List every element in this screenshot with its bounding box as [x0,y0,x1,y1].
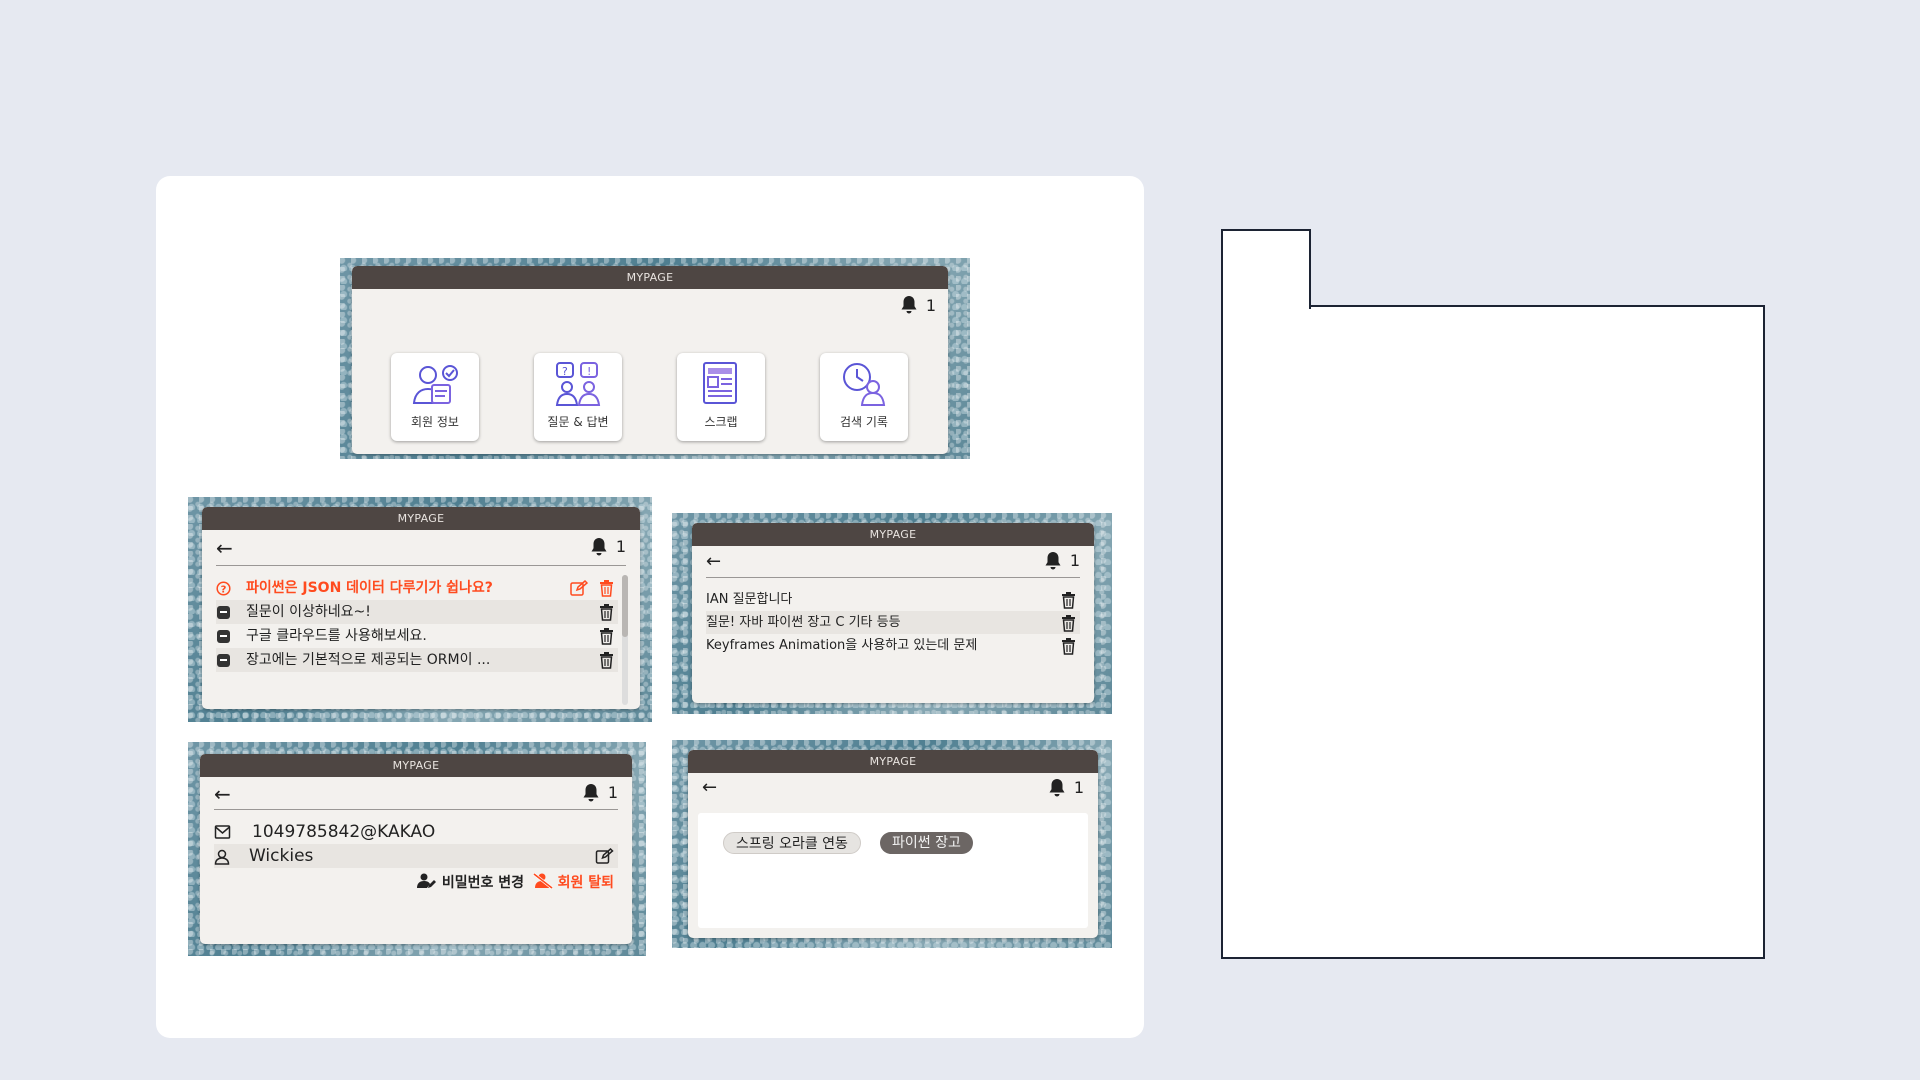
question-list: ? 파이썬은 JSON 데이터 다루기가 쉽나요? 질문이 이상하네요~! 구글… [216,576,618,708]
bell-icon[interactable] [900,295,918,315]
notification-count: 1 [1069,551,1080,570]
member-info-icon [412,365,458,404]
edit-icon[interactable] [595,848,614,865]
svg-text:!: ! [587,365,591,378]
user-icon [214,849,230,865]
question-title: 구글 클라우드를 사용해보세요. [246,628,427,644]
screenshots-card: MYPAGE 1 회원 정보 ?! 질문 & 답변 스크랩 검색 기록 MYPA… [156,176,1144,1038]
question-title: 파이썬은 JSON 데이터 다루기가 쉽나요? [246,580,493,596]
trash-icon[interactable] [599,604,614,621]
list-item[interactable]: ? 파이썬은 JSON 데이터 다루기가 쉽나요? [216,576,618,600]
notification-count: 1 [925,296,936,315]
scrap-icon [703,362,737,404]
member-info-shot: MYPAGE ← 1 1049785842@KAKAO Wickies 비밀번호… [188,742,646,956]
back-arrow-icon[interactable]: ← [214,784,231,804]
list-item[interactable]: 구글 클라우드를 사용해보세요. [216,624,618,648]
change-password-label: 비밀번호 변경 [441,875,524,891]
chat-bubble-icon [217,654,230,667]
nav-row: ← 1 [702,773,1084,803]
email-row: 1049785842@KAKAO [214,820,618,844]
nickname-row: Wickies [214,844,618,868]
scrap-list-shot: MYPAGE ← 1 IAN 질문합니다 질문! 자바 파이썬 장고 C 기타 … [672,513,1112,714]
bell-icon[interactable] [1048,778,1066,798]
bell-icon[interactable] [590,537,608,557]
trash-icon[interactable] [599,580,614,597]
tile-label: 질문 & 답변 [547,415,609,429]
trash-icon[interactable] [1061,638,1076,655]
nav-row: ← 1 [216,530,626,566]
svg-text:?: ? [562,365,568,378]
list-item[interactable]: 질문이 이상하네요~! [216,600,618,624]
notification-count: 1 [1073,778,1084,797]
tile-label: 스크랩 [704,415,738,429]
trash-icon[interactable] [599,628,614,645]
notification-count: 1 [607,783,618,802]
bell-icon[interactable] [1044,551,1062,571]
panel-title: MYPAGE [692,523,1094,546]
scrap-title: IAN 질문합니다 [706,592,793,607]
search-history-shot: MYPAGE ← 1 스프링 오라클 연동 파이썬 장고 [672,740,1112,948]
mypage-menu-shot: MYPAGE 1 회원 정보 ?! 질문 & 답변 스크랩 검색 기록 [340,258,970,459]
member-info-list: 1049785842@KAKAO Wickies 비밀번호 변경 회원 탈퇴 [214,820,618,894]
question-list-shot: MYPAGE ← 1 ? 파이썬은 JSON 데이터 다루기가 쉽나요? 질문이… [188,497,652,722]
mypage-panel: MYPAGE 1 회원 정보 ?! 질문 & 답변 스크랩 검색 기록 [352,266,948,454]
tile-search-history[interactable]: 검색 기록 [820,353,908,441]
tile-label: 검색 기록 [840,415,888,429]
back-arrow-icon[interactable]: ← [216,538,233,558]
tag-area: 스프링 오라클 연동 파이썬 장고 [698,813,1088,928]
back-arrow-icon[interactable]: ← [706,552,721,572]
bell-icon[interactable] [582,783,600,803]
trash-icon[interactable] [1061,615,1076,632]
withdraw-button[interactable]: 회원 탈퇴 [532,872,614,892]
scrap-list: IAN 질문합니다 질문! 자바 파이썬 장고 C 기타 등등 Keyframe… [706,588,1080,657]
back-arrow-icon[interactable]: ← [702,778,717,798]
change-password-button[interactable]: 비밀번호 변경 [416,872,524,892]
panel-title: MYPAGE [200,754,632,777]
trash-icon[interactable] [1061,592,1076,609]
qa-icon: ?! [555,362,601,406]
mypage-panel: MYPAGE ← 1 스프링 오라클 연동 파이썬 장고 [688,750,1098,938]
question-title: 장고에는 기본적으로 제공되는 ORM이 ... [246,652,491,668]
tile-qa[interactable]: ?! 질문 & 답변 [534,353,622,441]
email-value: 1049785842@KAKAO [252,822,436,842]
tile-label: 회원 정보 [411,415,459,429]
tile-scrap[interactable]: 스크랩 [677,353,765,441]
withdraw-label: 회원 탈퇴 [557,875,614,891]
user-slash-icon [532,872,553,890]
scrollbar[interactable] [622,575,628,705]
chat-bubble-icon [217,606,230,619]
search-tag[interactable]: 스프링 오라클 연동 [723,832,861,854]
edit-icon[interactable] [570,580,588,597]
mypage-panel: MYPAGE ← 1 IAN 질문합니다 질문! 자바 파이썬 장고 C 기타 … [692,523,1094,703]
scrollbar-thumb[interactable] [622,575,628,637]
question-circle-icon: ? [216,581,231,596]
list-item[interactable]: 질문! 자바 파이썬 장고 C 기타 등등 [706,611,1080,634]
mypage-panel: MYPAGE ← 1 ? 파이썬은 JSON 데이터 다루기가 쉽나요? 질문이… [202,507,640,709]
list-item[interactable]: IAN 질문합니다 [706,588,1080,611]
scrap-title: 질문! 자바 파이썬 장고 C 기타 등등 [706,615,901,630]
folder-outline-body [1221,305,1765,959]
mypage-panel: MYPAGE ← 1 1049785842@KAKAO Wickies 비밀번호… [200,754,632,944]
envelope-icon [214,825,231,839]
tile-member-info[interactable]: 회원 정보 [391,353,479,441]
list-item[interactable]: Keyframes Animation을 사용하고 있는데 문제 [706,634,1080,657]
user-edit-icon [416,873,436,888]
scrap-title: Keyframes Animation을 사용하고 있는데 문제 [706,638,978,653]
panel-title: MYPAGE [352,266,948,289]
trash-icon[interactable] [599,652,614,669]
search-history-icon [843,363,886,406]
svg-text:?: ? [221,585,227,596]
search-tag-selected[interactable]: 파이썬 장고 [880,832,973,854]
notification-count: 1 [615,537,626,556]
panel-title: MYPAGE [202,507,640,530]
nav-row: ← 1 [706,546,1080,578]
question-title: 질문이 이상하네요~! [246,604,371,620]
nickname-value: Wickies [249,846,314,866]
folder-outline-tab [1221,229,1311,309]
chat-bubble-icon [217,630,230,643]
list-item[interactable]: 장고에는 기본적으로 제공되는 ORM이 ... [216,648,618,672]
nav-row: ← 1 [214,777,618,810]
panel-title: MYPAGE [688,750,1098,773]
